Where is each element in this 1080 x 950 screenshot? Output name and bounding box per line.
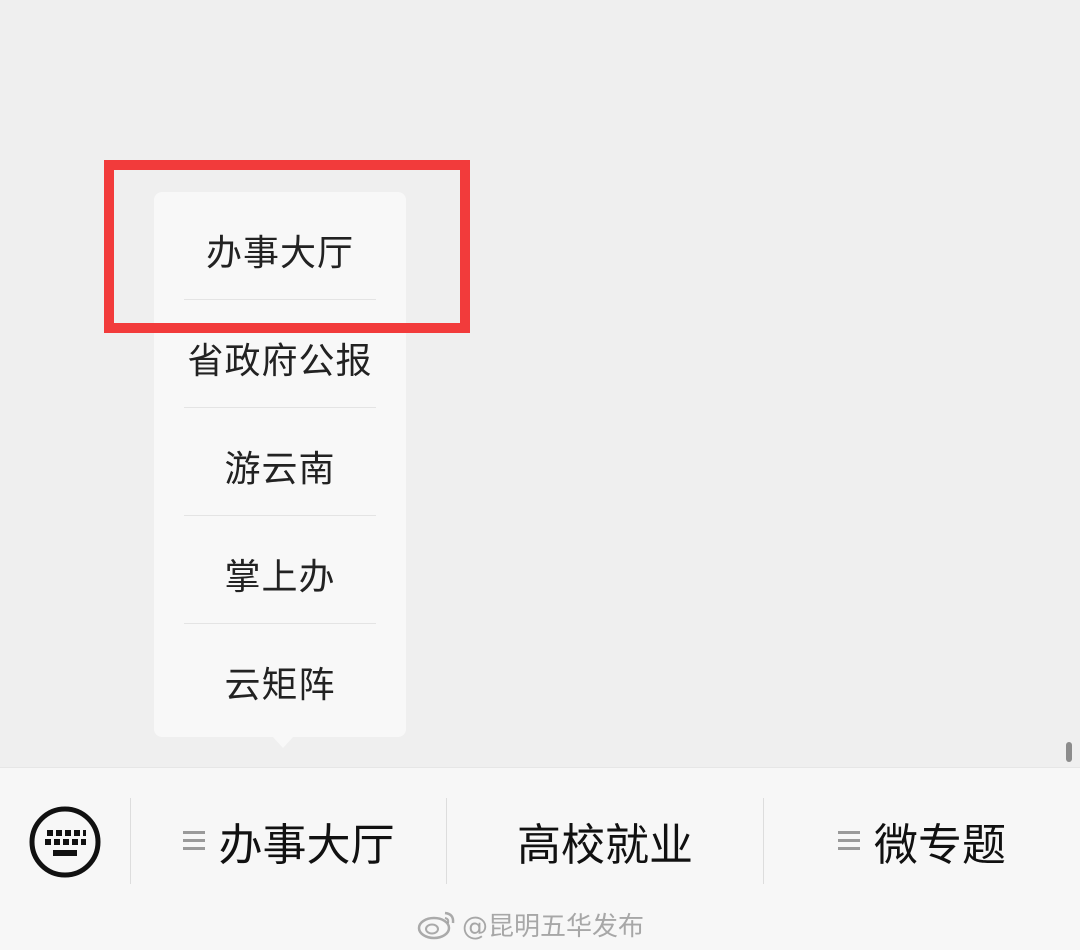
menu-divider [184,515,376,516]
menu-divider [184,623,376,624]
popup-submenu: 办事大厅 省政府公报 游云南 掌上办 云矩阵 [154,192,406,737]
tab-label: 微专题 [874,820,1006,871]
scroll-indicator[interactable] [1066,742,1072,762]
tab-campus-employment[interactable]: 高校就业 [447,798,763,884]
weibo-icon [417,911,455,940]
tab-service-hall[interactable]: 办事大厅 [131,798,446,884]
submenu-item-tour-yunnan[interactable]: 游云南 [154,412,406,520]
submenu-item-label: 云矩阵 [224,665,336,706]
keyboard-icon [29,806,101,878]
tab-micro-topics[interactable]: 微专题 [764,798,1080,884]
submenu-item-label: 省政府公报 [187,341,373,382]
submenu-item-label: 游云南 [224,449,336,490]
submenu-item-service-hall[interactable]: 办事大厅 [154,196,406,304]
submenu-item-mobile-service[interactable]: 掌上办 [154,520,406,628]
submenu-item-label: 办事大厅 [205,233,354,274]
menu-lines-icon [838,831,860,851]
weibo-watermark: @昆明五华发布 [416,904,644,944]
menu-divider [184,299,376,300]
tab-label: 高校就业 [517,820,693,871]
chat-screen: 办事大厅 省政府公报 游云南 掌上办 云矩阵 办事大厅 高校就业 微专题 @昆明… [0,0,1080,950]
keyboard-toggle-button[interactable] [28,805,102,879]
popup-arrow [272,736,294,748]
submenu-item-cloud-matrix[interactable]: 云矩阵 [154,628,406,736]
submenu-item-provincial-gazette[interactable]: 省政府公报 [154,304,406,412]
menu-lines-icon [182,831,205,851]
tab-label: 办事大厅 [218,820,395,871]
watermark-text: @昆明五华发布 [462,911,645,942]
menu-divider [184,407,376,408]
submenu-item-label: 掌上办 [224,557,336,598]
